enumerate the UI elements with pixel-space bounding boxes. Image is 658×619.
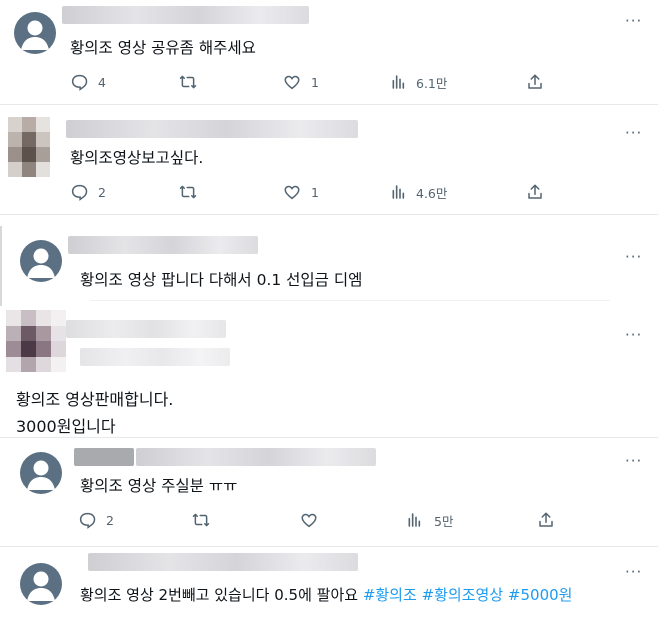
share-icon (528, 74, 542, 89)
reply-icon (71, 184, 88, 201)
post-text: 황의조영상보고싶다. (70, 149, 204, 167)
avatar-pixelated[interactable] (6, 310, 66, 372)
reply-button[interactable]: 2 (70, 182, 106, 202)
share-button[interactable] (526, 72, 554, 92)
default-avatar-icon (14, 12, 56, 54)
views-icon (392, 75, 405, 89)
username-redacted (66, 320, 226, 338)
post-2[interactable]: ··· 황의조영상보고싶다. 2 1 4.6만 (0, 108, 658, 210)
views-icon (392, 185, 405, 199)
more-options-button[interactable]: ··· (625, 14, 642, 29)
divider (90, 300, 610, 301)
post-text-line-2: 3000원입니다 (16, 417, 116, 436)
like-button[interactable]: 1 (283, 182, 319, 202)
post-text: 황의조 영상 주실분 ㅠㅠ (80, 477, 238, 495)
default-avatar-icon (20, 240, 62, 282)
reply-count: 2 (98, 184, 106, 200)
more-options-button[interactable]: ··· (625, 250, 642, 265)
repost-button[interactable] (191, 510, 221, 530)
repost-icon (179, 75, 197, 89)
hashtag-link[interactable]: #5000원 (508, 586, 573, 604)
username-redacted (62, 6, 309, 24)
crop-edge (0, 226, 2, 306)
reply-count: 4 (98, 74, 106, 90)
share-icon (539, 512, 553, 527)
post-text: 황의조 영상 공유좀 해주세요 (70, 39, 256, 57)
heart-icon (284, 185, 300, 200)
username-redacted (66, 120, 358, 138)
avatar-default[interactable] (20, 563, 62, 605)
post-4[interactable]: ··· 황의조 영상판매합니다. 3000원입니다 (0, 308, 658, 436)
views-button[interactable]: 4.6만 (390, 182, 447, 202)
like-count: 1 (311, 74, 319, 90)
heart-icon (301, 513, 317, 528)
username-redacted (136, 448, 376, 466)
avatar-default[interactable] (20, 240, 62, 282)
reply-count: 2 (106, 512, 114, 528)
post-3[interactable]: ··· 황의조 영상 팝니다 다해서 0.1 선입금 디엠 (0, 226, 658, 306)
divider (0, 104, 658, 105)
reply-icon (79, 512, 96, 529)
default-avatar-icon (20, 563, 62, 605)
like-button[interactable]: 1 (283, 72, 319, 92)
views-count: 4.6만 (416, 185, 448, 201)
avatar-pixelated[interactable] (8, 117, 50, 177)
post-text: 황의조 영상 팝니다 다해서 0.1 선입금 디엠 (80, 271, 363, 289)
like-button[interactable] (300, 510, 328, 530)
username-redacted (80, 348, 230, 366)
views-count: 5만 (434, 513, 454, 529)
views-count: 6.1만 (416, 75, 448, 91)
more-options-button[interactable]: ··· (625, 328, 642, 343)
share-button[interactable] (526, 182, 554, 202)
repost-button[interactable] (178, 72, 208, 92)
more-options-button[interactable]: ··· (625, 565, 642, 580)
post-text-body: 황의조 영상 2번빼고 있습니다 0.5에 팔아요 (80, 586, 363, 604)
post-1[interactable]: ··· 황의조 영상 공유좀 해주세요 4 1 6.1만 (0, 0, 658, 100)
views-icon (408, 513, 421, 527)
default-avatar-icon (20, 452, 62, 494)
more-options-button[interactable]: ··· (625, 454, 642, 469)
post-text-line-1: 황의조 영상판매합니다. (16, 390, 174, 409)
username-redacted (74, 448, 134, 466)
views-button[interactable]: 6.1만 (390, 72, 447, 92)
share-icon (528, 184, 542, 199)
share-button[interactable] (537, 510, 565, 530)
post-6[interactable]: ··· 황의조 영상 2번빼고 있습니다 0.5에 팔아요 #황의조 #황의조영… (0, 547, 658, 619)
post-5[interactable]: ··· 황의조 영상 주실분 ㅠㅠ 2 5만 (0, 438, 658, 546)
repost-icon (192, 513, 210, 527)
heart-icon (284, 75, 300, 90)
reply-icon (71, 74, 88, 91)
reply-button[interactable]: 4 (70, 72, 106, 92)
reply-button[interactable]: 2 (78, 510, 114, 530)
username-redacted (88, 553, 358, 571)
username-redacted (68, 236, 258, 254)
more-options-button[interactable]: ··· (625, 126, 642, 141)
avatar-default[interactable] (14, 12, 56, 54)
avatar-default[interactable] (20, 452, 62, 494)
repost-icon (179, 185, 197, 199)
like-count: 1 (311, 184, 319, 200)
repost-button[interactable] (178, 182, 208, 202)
divider (0, 214, 658, 215)
hashtag-link[interactable]: #황의조영상 (422, 586, 504, 604)
views-button[interactable]: 5만 (406, 510, 453, 530)
post-text: 황의조 영상 2번빼고 있습니다 0.5에 팔아요 #황의조 #황의조영상 #5… (80, 584, 572, 605)
hashtag-link[interactable]: #황의조 (363, 586, 417, 604)
